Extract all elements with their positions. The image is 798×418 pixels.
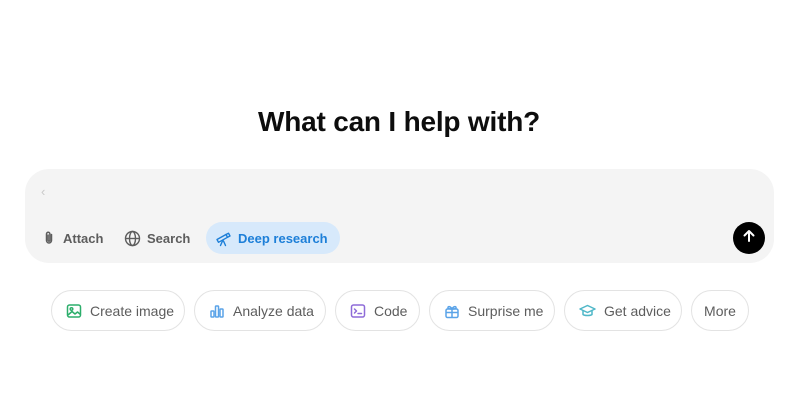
globe-icon bbox=[124, 230, 141, 247]
create-image-chip[interactable]: Create image bbox=[51, 290, 185, 331]
attach-button[interactable]: Attach bbox=[33, 222, 113, 254]
code-chip[interactable]: Code bbox=[335, 290, 420, 331]
deep-research-button[interactable]: Deep research bbox=[206, 222, 340, 254]
terminal-icon bbox=[350, 303, 366, 319]
analyze-data-chip[interactable]: Analyze data bbox=[194, 290, 326, 331]
telescope-icon bbox=[215, 230, 232, 247]
surprise-me-label: Surprise me bbox=[468, 302, 544, 319]
get-advice-label: Get advice bbox=[604, 302, 671, 319]
arrow-up-icon bbox=[741, 228, 757, 249]
more-label: More bbox=[704, 302, 736, 319]
send-button[interactable] bbox=[733, 222, 765, 254]
paperclip-icon bbox=[41, 230, 57, 246]
create-image-label: Create image bbox=[90, 302, 175, 319]
image-icon bbox=[66, 303, 82, 319]
attach-label: Attach bbox=[63, 230, 104, 246]
prompt-input[interactable] bbox=[41, 179, 725, 211]
code-label: Code bbox=[374, 302, 408, 319]
more-chip[interactable]: More bbox=[691, 290, 749, 331]
get-advice-chip[interactable]: Get advice bbox=[564, 290, 682, 331]
gift-icon bbox=[444, 303, 460, 319]
search-label: Search bbox=[147, 230, 191, 246]
bar-chart-icon bbox=[209, 303, 225, 319]
graduation-cap-icon bbox=[579, 303, 596, 319]
page-title: What can I help with? bbox=[257, 106, 541, 137]
suggestion-chips: Create image Analyze data Code Surprise … bbox=[0, 290, 798, 332]
prompt-composer: ‹ Attach Search Deep research bbox=[25, 169, 774, 263]
deep-research-label: Deep research bbox=[238, 230, 328, 246]
search-button[interactable]: Search bbox=[116, 222, 200, 254]
analyze-data-label: Analyze data bbox=[233, 302, 314, 319]
surprise-me-chip[interactable]: Surprise me bbox=[429, 290, 555, 331]
